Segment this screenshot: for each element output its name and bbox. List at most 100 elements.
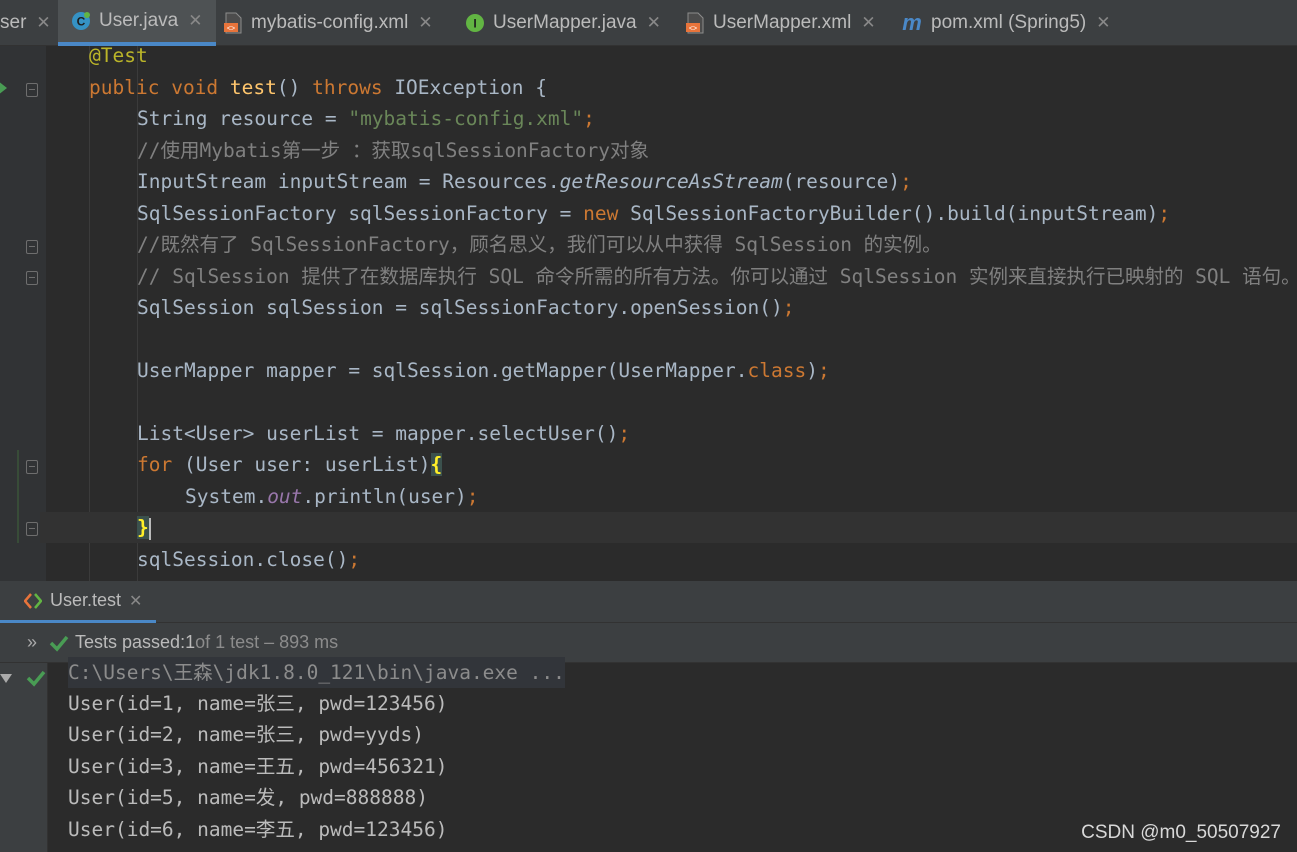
console-line: User(id=5, name=发, pwd=888888) [68, 786, 428, 809]
console-line: User(id=3, name=王五, pwd=456321) [68, 755, 448, 778]
expand-toolbar-icon[interactable]: » [27, 632, 37, 653]
static-field: out [267, 485, 303, 508]
keyword: throws [312, 76, 383, 99]
java-interface-icon: I [464, 12, 486, 34]
code-line: sqlSession.close(); [137, 544, 360, 575]
comment: //既然有了 SqlSessionFactory，顾名思义，我们可以从中获得 S… [137, 233, 942, 256]
watermark: CSDN @m0_50507927 [1081, 822, 1281, 843]
tab-label: mybatis-config.xml [251, 12, 409, 33]
code-line: @Test [89, 46, 148, 71]
close-icon[interactable]: ✕ [861, 13, 875, 33]
keyword: for [137, 453, 173, 476]
tab-label: UserMapper.xml [713, 12, 852, 33]
keyword: public [89, 76, 160, 99]
editor-gutter [0, 46, 46, 581]
code-line: List<User> userList = mapper.selectUser(… [137, 418, 630, 449]
tab-user-java[interactable]: C User.java ✕ [58, 0, 217, 46]
static-method: getResourceAsStream [559, 170, 783, 193]
code-text: System. [185, 485, 268, 508]
code-line: for (User user: userList){ [137, 449, 443, 480]
code-text: String resource = [137, 107, 349, 130]
run-tool-window: User.test ✕ » Tests passed: 1 of 1 test … [0, 581, 1297, 852]
collapse-arrow-icon[interactable] [0, 669, 12, 683]
code-text: ) [806, 359, 818, 382]
close-icon[interactable]: ✕ [36, 13, 50, 33]
maven-icon: m [902, 10, 922, 35]
code-line: SqlSession sqlSession = sqlSessionFactor… [137, 292, 794, 323]
code-text: (resource) [782, 170, 901, 193]
semicolon: ; [466, 485, 479, 508]
semicolon: ; [583, 107, 595, 130]
tests-passed-label: Tests passed: [75, 632, 186, 652]
semicolon: ; [348, 548, 361, 571]
tests-passed-count: 1 [185, 632, 196, 652]
code-text: (User user: userList) [172, 453, 431, 476]
comment: //使用Mybatis第一步 ：获取sqlSessionFactory对象 [137, 139, 649, 162]
tab-label: ser [0, 12, 27, 33]
close-icon[interactable]: ✕ [188, 11, 202, 31]
fold-icon[interactable] [26, 271, 38, 285]
close-icon[interactable]: ✕ [1096, 13, 1110, 33]
tab-label: User.java [99, 10, 179, 31]
tab-usermapper-java[interactable]: I UserMapper.java ✕ [464, 0, 661, 46]
annotation: @Test [89, 46, 148, 67]
keyword: class [747, 359, 807, 382]
code-line: SqlSessionFactory sqlSessionFactory = ne… [137, 198, 1170, 229]
comment: // SqlSession 提供了在数据库执行 SQL 命令所需的所有方法。你可… [137, 265, 1297, 288]
svg-text:I: I [473, 17, 476, 31]
xml-file-icon: <> [222, 12, 244, 34]
code-editor[interactable]: @Test public void test() throws IOExcept… [0, 46, 1297, 581]
tab-mybatis-config-xml[interactable]: <> mybatis-config.xml ✕ [222, 0, 433, 46]
matched-brace: } [137, 516, 149, 539]
tab-run-user-test[interactable]: User.test ✕ [0, 581, 157, 623]
close-icon[interactable]: ✕ [418, 13, 432, 33]
tab-pom-xml[interactable]: m pom.xml (Spring5) ✕ [900, 0, 1110, 46]
fold-icon[interactable] [26, 83, 38, 97]
code-text: () [276, 76, 313, 99]
code-line: //使用Mybatis第一步 ：获取sqlSessionFactory对象 [137, 135, 649, 166]
code-text: sqlSession.close() [137, 548, 349, 571]
code-text: SqlSessionFactoryBuilder().build(inputSt… [618, 202, 1159, 225]
code-text: InputStream inputStream = Resources. [137, 170, 560, 193]
run-tab-label: User.test [50, 590, 122, 610]
tab-usermapper-xml[interactable]: <> UserMapper.xml ✕ [684, 0, 876, 46]
fold-icon[interactable] [26, 522, 38, 536]
check-icon [49, 634, 69, 652]
run-tabs: User.test ✕ [0, 581, 1297, 623]
semicolon: ; [900, 170, 912, 193]
code-text: UserMapper mapper = sqlSession.getMapper… [137, 359, 748, 382]
java-class-icon: C [70, 10, 92, 32]
test-results-tree[interactable] [0, 663, 48, 852]
code-text: SqlSession sqlSession = sqlSessionFactor… [137, 296, 783, 319]
console-line: User(id=1, name=张三, pwd=123456) [68, 692, 448, 715]
fold-icon[interactable] [26, 460, 38, 474]
code-line: // SqlSession 提供了在数据库执行 SQL 命令所需的所有方法。你可… [137, 261, 1297, 292]
vcs-change-marker [17, 450, 19, 543]
close-icon[interactable]: ✕ [647, 13, 661, 33]
keyword: void [171, 76, 219, 99]
indent-guide [89, 46, 90, 581]
svg-text:<>: <> [227, 26, 235, 33]
method-name: test [229, 76, 277, 99]
run-config-icon [24, 592, 42, 609]
code-line: System.out.println(user); [185, 481, 479, 512]
code-text: SqlSessionFactory sqlSessionFactory = [137, 202, 584, 225]
run-test-icon[interactable] [0, 81, 7, 95]
keyword: new [583, 202, 619, 225]
tab-label: UserMapper.java [493, 12, 637, 33]
xml-file-icon: <> [684, 12, 706, 34]
code-line: String resource = "mybatis-config.xml"; [137, 103, 595, 134]
fold-icon[interactable] [26, 240, 38, 254]
code-text: List<User> userList = mapper.selectUser(… [137, 422, 619, 445]
code-line: InputStream inputStream = Resources.getR… [137, 166, 912, 197]
close-icon[interactable]: ✕ [129, 591, 142, 611]
code-line: //既然有了 SqlSessionFactory，顾名思义，我们可以从中获得 S… [137, 229, 942, 260]
code-line: UserMapper mapper = sqlSession.getMapper… [137, 355, 830, 386]
code-line: } [137, 512, 151, 543]
code-line: public void test() throws IOException { [89, 72, 547, 103]
caret-row-highlight [40, 512, 1297, 543]
tab-user-partial[interactable]: ser ✕ [0, 0, 51, 46]
console-line: User(id=2, name=张三, pwd=yyds) [68, 723, 424, 746]
semicolon: ; [1158, 202, 1171, 225]
semicolon: ; [817, 359, 830, 382]
